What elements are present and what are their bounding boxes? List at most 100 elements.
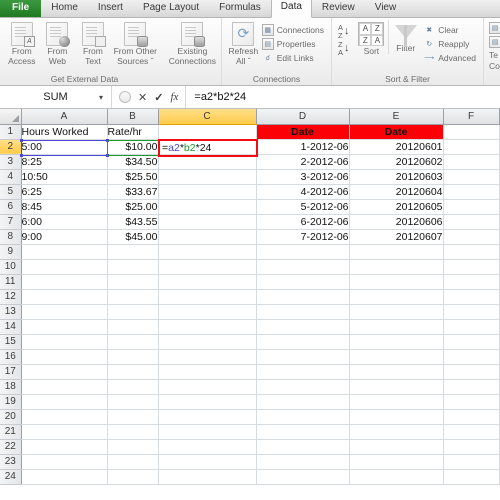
row-header-7[interactable]: 7 [0,214,22,230]
cell-F16[interactable] [443,349,500,365]
cell-A9[interactable] [21,244,108,260]
row-header-19[interactable]: 19 [0,394,22,410]
cell-E8[interactable]: 20120607 [349,229,444,245]
cell-B6[interactable]: $25.00 [107,199,159,215]
cell-B23[interactable] [107,454,159,470]
from-web-button[interactable]: From Web [40,20,76,66]
cell-C11[interactable] [158,274,257,290]
cell-A21[interactable] [21,424,108,440]
cell-F10[interactable] [443,259,500,275]
cell-C3[interactable] [158,154,257,170]
cell-C4[interactable] [158,169,257,185]
cell-E13[interactable] [349,304,444,320]
cell-A10[interactable] [21,259,108,275]
cell-D24[interactable] [256,469,350,485]
cell-F13[interactable] [443,304,500,320]
row-header-18[interactable]: 18 [0,379,22,395]
cell-F15[interactable] [443,334,500,350]
cell-D4[interactable]: 3-2012-06 [256,169,350,185]
row-header-20[interactable]: 20 [0,409,22,425]
cell-E14[interactable] [349,319,444,335]
cell-E18[interactable] [349,379,444,395]
row-header-9[interactable]: 9 [0,244,22,260]
cell-A17[interactable] [21,364,108,380]
cell-A22[interactable] [21,439,108,455]
sort-ascending-button[interactable]: AZ ↓ [336,23,352,40]
cell-E1[interactable]: Date [349,124,444,140]
cell-C15[interactable] [158,334,257,350]
cell-C23[interactable] [158,454,257,470]
cell-D11[interactable] [256,274,350,290]
cell-A3[interactable]: 8:25 [21,154,108,170]
cell-B7[interactable]: $43.55 [107,214,159,230]
row-header-8[interactable]: 8 [0,229,22,245]
cell-B3[interactable]: $34.50 [107,154,159,170]
column-header-f[interactable]: F [443,109,500,125]
cell-D14[interactable] [256,319,350,335]
cell-A4[interactable]: 10:50 [21,169,108,185]
cell-D6[interactable]: 5-2012-06 [256,199,350,215]
cell-B24[interactable] [107,469,159,485]
cell-F18[interactable] [443,379,500,395]
cell-E9[interactable] [349,244,444,260]
cell-B2[interactable]: $10.00 [107,139,159,155]
row-header-2[interactable]: 2 [0,139,22,155]
cell-C13[interactable] [158,304,257,320]
row-header-14[interactable]: 14 [0,319,22,335]
cell-E11[interactable] [349,274,444,290]
enter-icon[interactable]: ✓ [154,91,163,104]
data-tools-item-2[interactable]: ▤ [488,35,500,49]
cell-E5[interactable]: 20120604 [349,184,444,200]
row-header-3[interactable]: 3 [0,154,22,170]
cell-B13[interactable] [107,304,159,320]
cell-D3[interactable]: 2-2012-06 [256,154,350,170]
from-access-button[interactable]: A From Access [4,20,40,66]
cell-F6[interactable] [443,199,500,215]
cell-B14[interactable] [107,319,159,335]
row-header-17[interactable]: 17 [0,364,22,380]
cell-A11[interactable] [21,274,108,290]
row-header-21[interactable]: 21 [0,424,22,440]
cell-C10[interactable] [158,259,257,275]
cell-B12[interactable] [107,289,159,305]
name-box-dropdown-icon[interactable]: ▾ [99,93,103,102]
cell-F17[interactable] [443,364,500,380]
column-header-c[interactable]: C [158,109,257,125]
cell-A7[interactable]: 6:00 [21,214,108,230]
cell-C7[interactable] [158,214,257,230]
cell-B10[interactable] [107,259,159,275]
cell-C24[interactable] [158,469,257,485]
from-other-sources-button[interactable]: From Other Sources ˇ [111,20,160,66]
cell-A20[interactable] [21,409,108,425]
cell-A14[interactable] [21,319,108,335]
tab-file[interactable]: File [0,0,42,17]
cell-E22[interactable] [349,439,444,455]
filter-button[interactable]: Filter [388,20,422,54]
cell-F19[interactable] [443,394,500,410]
cell-B15[interactable] [107,334,159,350]
tab-view[interactable]: View [365,0,407,17]
cell-B19[interactable] [107,394,159,410]
cell-E16[interactable] [349,349,444,365]
row-header-13[interactable]: 13 [0,304,22,320]
insert-function-icon[interactable]: fx [170,91,178,103]
name-box[interactable]: SUM ▾ [0,86,112,108]
cell-A2[interactable]: 5:00 [21,139,108,155]
cell-D2[interactable]: 1-2012-06 [256,139,350,155]
cell-A5[interactable]: 6:25 [21,184,108,200]
cell-D16[interactable] [256,349,350,365]
select-all-corner[interactable] [0,109,22,125]
row-header-16[interactable]: 16 [0,349,22,365]
cell-C6[interactable] [158,199,257,215]
from-text-button[interactable]: From Text [75,20,111,66]
spreadsheet-grid[interactable]: A B C D E F 1 Hours Worked Rate/hr Date Date… [0,109,500,495]
cell-D5[interactable]: 4-2012-06 [256,184,350,200]
cell-C1[interactable] [158,124,257,140]
column-header-a[interactable]: A [21,109,108,125]
row-header-1[interactable]: 1 [0,124,22,140]
cell-A1[interactable]: Hours Worked [21,124,108,140]
row-header-6[interactable]: 6 [0,199,22,215]
cell-B21[interactable] [107,424,159,440]
cell-E24[interactable] [349,469,444,485]
cell-D12[interactable] [256,289,350,305]
